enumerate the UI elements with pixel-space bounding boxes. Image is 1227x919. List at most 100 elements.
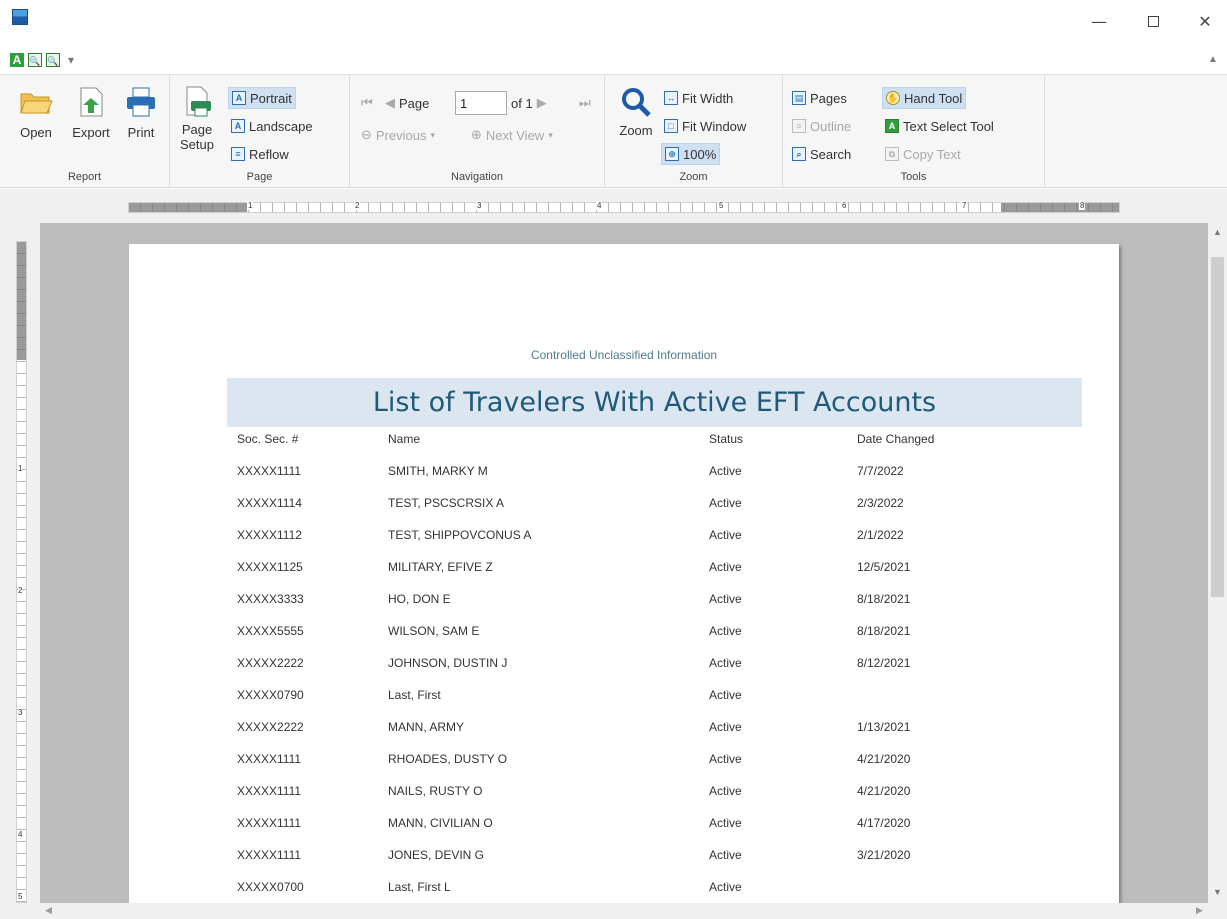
reflow-icon: ≡	[231, 147, 245, 161]
printer-icon	[124, 85, 158, 119]
ruler-number: 3	[18, 708, 23, 717]
open-label: Open	[20, 125, 52, 140]
first-page-button[interactable]: ⏮	[358, 92, 376, 114]
header-status: Status	[709, 432, 744, 446]
vertical-scroll-thumb[interactable]	[1211, 257, 1224, 597]
fit-window-label: Fit Window	[682, 118, 747, 134]
cell-ssn: XXXXX0700	[237, 880, 304, 894]
horizontal-ruler-area: 1 2 3 4 5 6 7 8	[0, 189, 1227, 223]
collapse-ribbon-icon[interactable]: ▲	[1208, 54, 1218, 65]
fit-width-button[interactable]: ↔ Fit Width	[661, 87, 736, 109]
cell-date-changed: 7/7/2022	[857, 464, 904, 478]
cell-name: TEST, SHIPPOVCONUS A	[388, 528, 532, 542]
cell-status: Active	[709, 592, 742, 606]
scroll-up-icon[interactable]: ▲	[1213, 227, 1222, 237]
hand-tool-button[interactable]: ✋ Hand Tool	[882, 87, 967, 109]
zoom-group-label: Zoom	[679, 171, 708, 183]
open-button[interactable]: Open	[12, 85, 60, 140]
cell-ssn: XXXXX1111	[237, 784, 302, 798]
open-folder-icon	[19, 85, 53, 119]
hand-icon: ✋	[886, 91, 900, 105]
print-button[interactable]: Print	[120, 85, 162, 140]
maximize-icon	[1147, 16, 1159, 27]
scroll-down-icon[interactable]: ▼	[1213, 887, 1222, 897]
previous-page-button[interactable]: ◀ Page	[382, 92, 432, 114]
cell-name: RHOADES, DUSTY O	[388, 752, 508, 766]
cell-ssn: XXXXX3333	[237, 592, 304, 606]
close-button[interactable]: ✕	[1190, 10, 1220, 34]
portrait-button[interactable]: A Portrait	[228, 87, 296, 109]
minimize-button[interactable]: —	[1084, 10, 1114, 34]
reflow-button[interactable]: ≡ Reflow	[228, 143, 292, 165]
cell-status: Active	[709, 656, 742, 670]
page-group: Page Setup A Portrait A Landscape ≡ Refl…	[170, 75, 350, 187]
search-button[interactable]: ⌕ Search	[789, 143, 854, 165]
next-page-button[interactable]: of 1 ▶	[508, 92, 550, 114]
cell-ssn: XXXXX1111	[237, 816, 302, 830]
report-group-label: Report	[67, 171, 102, 183]
ruler-number: 4	[596, 201, 603, 210]
document-zoom-quick-icon[interactable]: 🔍	[46, 53, 60, 67]
cell-ssn: XXXXX2222	[237, 656, 304, 670]
next-view-icon: ⊕	[471, 127, 482, 142]
zoom-label: Zoom	[619, 123, 653, 138]
horizontal-scrollbar[interactable]: ◀ ▶	[0, 903, 1227, 919]
fit-window-button[interactable]: □ Fit Window	[661, 115, 749, 137]
export-button[interactable]: Export	[64, 85, 118, 140]
ruler-ticks	[129, 203, 1119, 212]
search-label: Search	[810, 146, 852, 162]
cell-date-changed: 4/21/2020	[857, 752, 911, 766]
cell-status: Active	[709, 688, 742, 702]
zoom-button[interactable]: Zoom	[613, 85, 659, 138]
scroll-left-icon[interactable]: ◀	[45, 905, 52, 916]
next-view-label: Next View	[485, 127, 545, 143]
cell-date-changed: 2/3/2022	[857, 496, 904, 510]
scroll-right-icon[interactable]: ▶	[1196, 905, 1203, 916]
last-page-button[interactable]: ⏭	[576, 92, 594, 114]
next-view-button[interactable]: ⊕ Next View ▾	[468, 124, 556, 146]
reflow-label: Reflow	[249, 146, 289, 162]
pages-icon: ▤	[792, 91, 806, 105]
previous-view-button[interactable]: ⊖ Previous ▾	[358, 124, 438, 146]
page-label: Page	[399, 95, 430, 111]
navigation-group-label: Navigation	[451, 171, 503, 183]
ruler-number: 2	[354, 201, 361, 210]
cell-status: Active	[709, 752, 742, 766]
vertical-scrollbar[interactable]: ▲ ▼	[1208, 223, 1227, 903]
fit-width-icon: ↔	[664, 91, 678, 105]
page-number-input[interactable]	[455, 91, 507, 115]
cell-date-changed: 2/1/2022	[857, 528, 904, 542]
app-icon[interactable]	[12, 9, 28, 25]
cell-date-changed: 3/21/2020	[857, 848, 911, 862]
ruler-ticks	[17, 242, 26, 902]
cell-ssn: XXXXX1125	[237, 560, 303, 574]
zoom-100-button[interactable]: ⊕ 100%	[661, 143, 721, 165]
cell-status: Active	[709, 560, 742, 574]
maximize-button[interactable]	[1138, 10, 1168, 34]
outline-button[interactable]: ≡ Outline	[789, 115, 854, 137]
previous-page-icon: ◀	[385, 95, 395, 110]
cell-ssn: XXXXX1112	[237, 528, 302, 542]
ribbon: Open Export Print Report Page Setup A Po…	[0, 74, 1227, 188]
pages-button[interactable]: ▤ Pages	[789, 87, 850, 109]
text-select-tool-button[interactable]: A Text Select Tool	[882, 115, 997, 137]
cell-status: Active	[709, 464, 742, 478]
vertical-ruler[interactable]: 1 2 3 4 5	[16, 241, 27, 903]
ruler-number: 1	[247, 201, 254, 210]
ruler-number: 7	[961, 201, 968, 210]
cell-name: NAILS, RUSTY O	[388, 784, 483, 798]
zoom-100-icon: ⊕	[665, 147, 679, 161]
cell-ssn: XXXXX1114	[237, 496, 302, 510]
text-select-quick-icon[interactable]: A	[10, 53, 24, 67]
horizontal-ruler[interactable]: 1 2 3 4 5 6 7 8	[128, 201, 1120, 213]
copy-text-button[interactable]: ⧉ Copy Text	[882, 143, 964, 165]
ruler-number: 6	[841, 201, 848, 210]
document-viewer[interactable]: 1 2 3 4 5 Controlled Unclassified Inform…	[0, 223, 1208, 903]
tools-group-label: Tools	[900, 171, 927, 183]
last-page-icon: ⏭	[579, 95, 591, 110]
page-setup-button[interactable]: Page Setup	[176, 85, 218, 152]
cell-name: Last, First L	[388, 880, 451, 894]
document-search-quick-icon[interactable]: 🔍	[28, 53, 42, 67]
landscape-button[interactable]: A Landscape	[228, 115, 316, 137]
customize-quick-access-icon[interactable]: ▾	[68, 53, 74, 67]
